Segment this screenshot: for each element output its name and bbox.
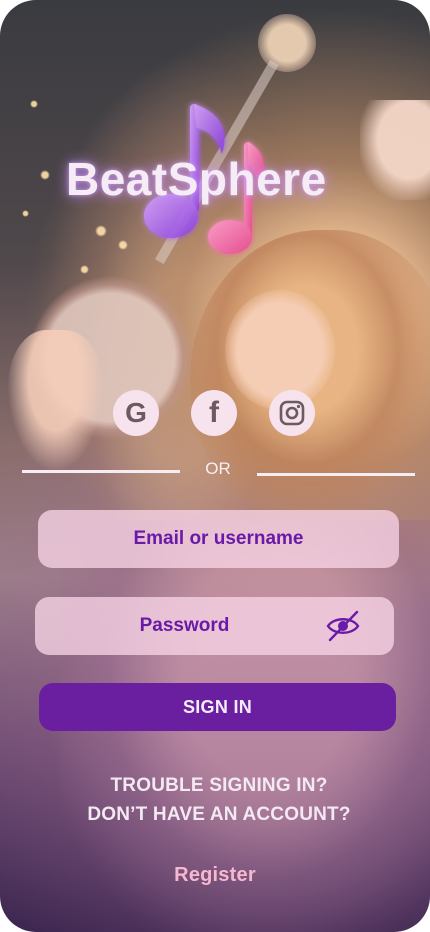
sparkle (118, 240, 128, 250)
sparkle (40, 170, 50, 180)
sign-in-button[interactable]: SIGN IN (39, 683, 396, 731)
sparkle (80, 265, 89, 274)
background-hair (190, 230, 430, 530)
divider-or-label: OR (205, 459, 231, 478)
email-username-input[interactable] (38, 510, 399, 568)
trouble-signing-in-link[interactable]: TROUBLE SIGNING IN? (4, 775, 430, 797)
facebook-login-button[interactable]: f (191, 390, 237, 436)
instagram-icon (279, 400, 305, 426)
divider-line-right (257, 473, 415, 476)
sparkle (22, 210, 29, 217)
background-lamp (258, 14, 316, 72)
google-icon: G (125, 397, 147, 428)
register-link[interactable]: Register (0, 864, 430, 887)
google-login-button[interactable]: G (113, 390, 159, 436)
facebook-icon: f (209, 396, 219, 429)
background-hand (360, 100, 430, 200)
background-disk (28, 275, 193, 440)
instagram-login-button[interactable] (269, 390, 315, 436)
divider-line-left (22, 470, 180, 473)
sparkle (95, 225, 107, 237)
app-logo-title: BeatSphere (66, 153, 327, 205)
login-screen: BeatSphere G f OR SIGN IN TROUBLE SIGNIN… (0, 0, 430, 932)
no-account-prompt: DON’T HAVE AN ACCOUNT? (87, 804, 351, 825)
hide-password-eye-icon[interactable] (326, 610, 360, 642)
background-arm (8, 330, 103, 470)
sparkle (30, 100, 38, 108)
